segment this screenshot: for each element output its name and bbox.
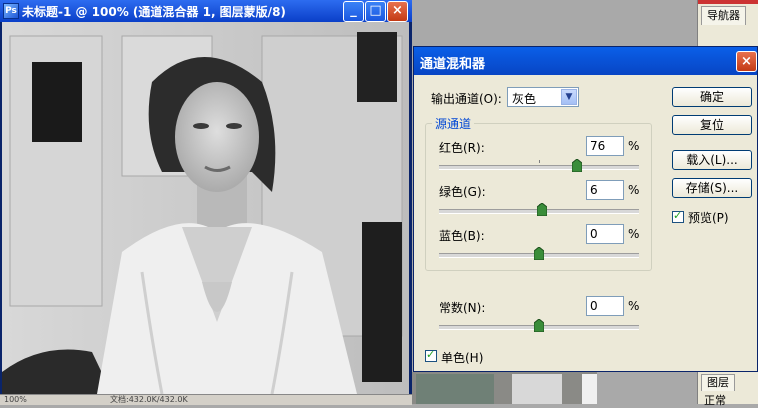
dialog-close-button[interactable]: × — [736, 51, 757, 72]
ok-button[interactable]: 确定 — [672, 87, 752, 107]
constant-slider-thumb[interactable] — [534, 319, 544, 332]
document-canvas-image[interactable] — [2, 22, 409, 394]
constant-input[interactable]: 0 — [586, 296, 624, 316]
preview-checkbox[interactable] — [672, 209, 684, 223]
maximize-button[interactable]: □ — [365, 1, 386, 22]
red-percent-sign: % — [628, 139, 640, 153]
layer-thumbnail-strip — [412, 372, 597, 404]
preview-label[interactable]: 预览(P) — [688, 209, 729, 226]
green-percent-sign: % — [628, 183, 640, 197]
output-channel-value: 灰色 — [512, 92, 537, 106]
red-slider-track[interactable] — [439, 160, 639, 170]
chevron-down-icon: ▼ — [561, 89, 577, 105]
tab-navigator[interactable]: 导航器 — [701, 6, 746, 25]
dialog-title: 通道混和器 — [420, 57, 486, 72]
layers-palette: 图层 正常 — [697, 372, 758, 407]
constant-label: 常数(N): — [439, 301, 486, 315]
monochrome-label[interactable]: 单色(H) — [441, 349, 483, 366]
layer-thumbnails — [416, 374, 597, 404]
blue-channel-input[interactable]: 0 — [586, 224, 624, 244]
blend-mode-select[interactable]: 正常 — [704, 392, 726, 408]
blue-channel-label: 蓝色(B): — [439, 229, 485, 243]
document-window: Ps 未标题-1 @ 100% (通道混合器 1, 图层蒙版/8) _ □ × — [0, 0, 412, 405]
dialog-title-bar[interactable]: 通道混和器 × — [414, 47, 757, 75]
document-title: 未标题-1 @ 100% (通道混合器 1, 图层蒙版/8) — [22, 5, 286, 19]
navigator-palette: 导航器 — [697, 0, 758, 46]
output-channel-label: 输出通道(O): — [431, 92, 502, 106]
red-slider-thumb[interactable] — [572, 159, 582, 172]
reset-button[interactable]: 复位 — [672, 115, 752, 135]
grayscale-portrait-photo — [2, 22, 409, 394]
close-button[interactable]: × — [387, 1, 408, 22]
photoshop-doc-icon: Ps — [3, 3, 19, 19]
monochrome-checkbox[interactable] — [425, 348, 437, 362]
save-button[interactable]: 存储(S)... — [672, 178, 752, 198]
channel-mixer-dialog: 通道混和器 × 输出通道(O): 灰色 ▼ 源通道 红色(R): 76 % 绿色… — [413, 46, 758, 372]
green-slider-thumb[interactable] — [537, 203, 547, 216]
red-channel-input[interactable]: 76 — [586, 136, 624, 156]
load-button[interactable]: 载入(L)... — [672, 150, 752, 170]
blue-percent-sign: % — [628, 227, 640, 241]
green-channel-label: 绿色(G): — [439, 185, 486, 199]
palette-accent — [698, 0, 758, 4]
tab-layers[interactable]: 图层 — [701, 374, 735, 391]
green-channel-input[interactable]: 6 — [586, 180, 624, 200]
document-status-bar: 100% 文档:432.0K/432.0K — [0, 394, 412, 405]
blue-slider-thumb[interactable] — [534, 247, 544, 260]
document-title-bar[interactable]: Ps 未标题-1 @ 100% (通道混合器 1, 图层蒙版/8) _ □ × — [0, 0, 412, 22]
red-channel-label: 红色(R): — [439, 141, 485, 155]
source-channels-legend: 源通道 — [432, 115, 475, 132]
minimize-button[interactable]: _ — [343, 1, 364, 22]
output-channel-select[interactable]: 灰色 ▼ — [507, 87, 579, 107]
constant-percent-sign: % — [628, 299, 640, 313]
